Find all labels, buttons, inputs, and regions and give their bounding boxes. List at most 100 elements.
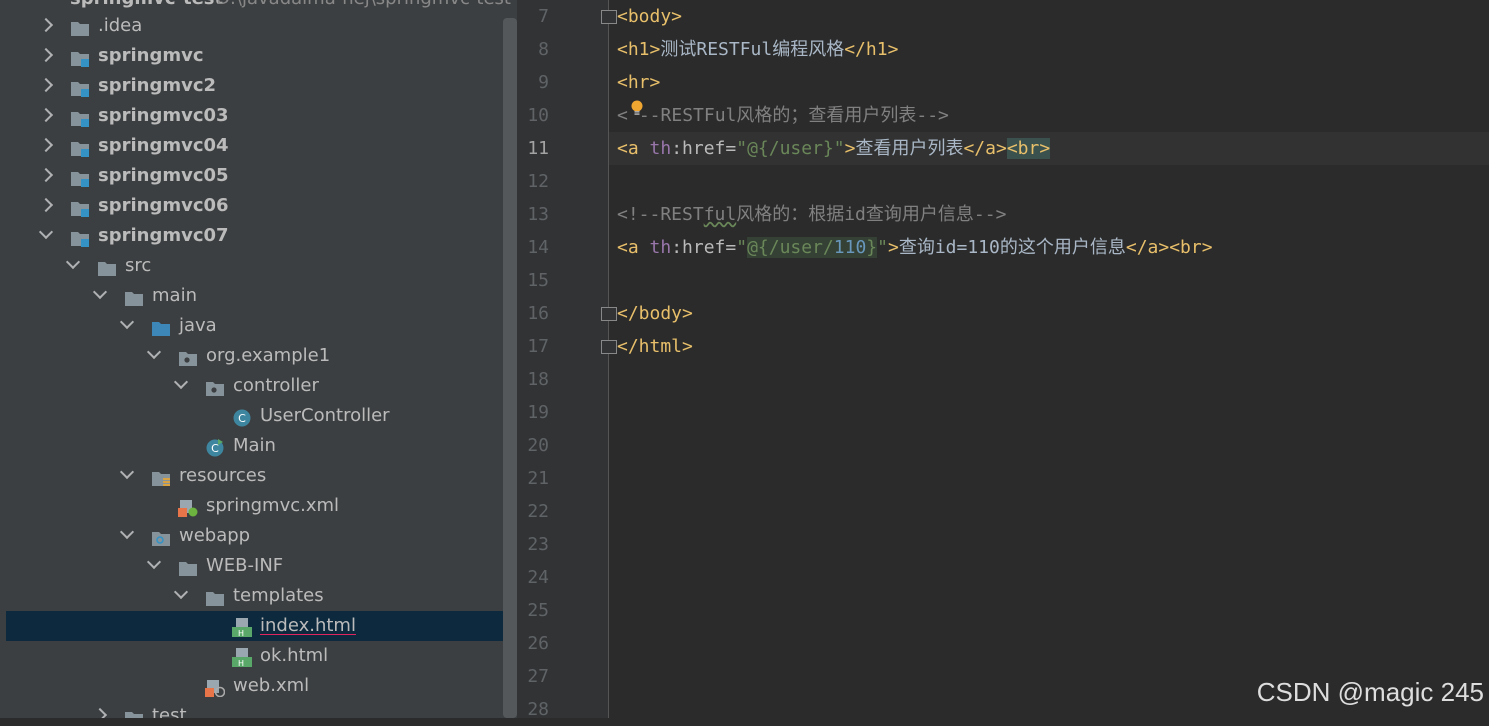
tree-item[interactable]: .idea xyxy=(0,11,517,41)
tree-item[interactable]: resources xyxy=(0,461,517,491)
tree-item[interactable]: springmvc07 xyxy=(0,221,517,251)
tree-item-label: springmvc07 xyxy=(98,225,229,246)
tree-item[interactable]: web.xml xyxy=(0,671,517,701)
line-number: 23 xyxy=(527,534,549,555)
tree-item[interactable]: springmvc xyxy=(0,41,517,71)
code-token: } xyxy=(866,237,878,258)
tree-item-label: .idea xyxy=(98,15,143,36)
chevron-right-icon[interactable] xyxy=(38,47,54,63)
tree-item-label: UserController xyxy=(260,405,390,426)
line-number: 24 xyxy=(527,567,549,588)
module-icon xyxy=(70,137,90,157)
watermark: CSDN @magic 245 xyxy=(1256,677,1484,707)
tree-item[interactable]: org.example1 xyxy=(0,341,517,371)
code-line-16[interactable]: </body> xyxy=(609,297,1489,330)
tree-item[interactable]: springmvc2 xyxy=(0,71,517,101)
chevron-right-icon[interactable] xyxy=(92,707,108,718)
tree-item-label: Main xyxy=(233,435,276,456)
code-line-7[interactable]: <body> xyxy=(609,0,1489,33)
tree-item[interactable]: templates xyxy=(0,581,517,611)
code-token: @{/user} xyxy=(747,138,834,159)
chevron-right-icon[interactable] xyxy=(38,77,54,93)
module-icon xyxy=(70,47,90,67)
code-token: <body> xyxy=(617,6,683,27)
svg-text:C: C xyxy=(211,442,219,455)
tree-item-label: controller xyxy=(233,375,319,396)
code-token: <h1> xyxy=(617,39,661,60)
code-token: th xyxy=(649,237,672,258)
tree-item-label: springmvc05 xyxy=(98,165,229,186)
chevron-right-icon[interactable] xyxy=(38,137,54,153)
tree-item[interactable]: Hindex.html xyxy=(6,611,517,641)
tree-item[interactable]: C UserController xyxy=(0,401,517,431)
code-line-17[interactable]: </html> xyxy=(609,330,1489,363)
chevron-right-icon[interactable] xyxy=(38,167,54,183)
folder-icon xyxy=(124,707,144,718)
tree-item[interactable]: springmvc06 xyxy=(0,191,517,221)
code-token: 风格的：根据id查询用户信息--> xyxy=(736,204,1007,225)
chevron-right-icon[interactable] xyxy=(38,197,54,213)
tree-item[interactable]: main xyxy=(0,281,517,311)
line-number: 17 xyxy=(527,336,549,357)
folder-icon xyxy=(124,287,144,306)
chevron-down-icon[interactable] xyxy=(119,524,135,540)
chevron-right-icon[interactable] xyxy=(38,107,54,123)
chevron-down-icon[interactable] xyxy=(119,314,135,330)
code-token: <a xyxy=(617,237,650,258)
code-line-11[interactable]: <a th:href="@{/user}">查看用户列表</a><br> xyxy=(609,132,1489,165)
code-line-14[interactable]: <a th:href="@{/user/110}">查询id=110的这个用户信… xyxy=(609,231,1489,264)
line-number: 13 xyxy=(527,204,549,225)
chevron-down-icon[interactable] xyxy=(38,224,54,240)
tree-item-label: test xyxy=(152,705,187,718)
chevron-down-icon[interactable] xyxy=(146,554,162,570)
chevron-down-icon[interactable] xyxy=(119,464,135,480)
tree-item[interactable]: C Main xyxy=(0,431,517,461)
tree-item[interactable]: test xyxy=(0,701,517,718)
line-number: 14 xyxy=(527,237,549,258)
main-class-icon: C xyxy=(205,437,225,457)
line-number: 28 xyxy=(527,699,549,720)
chevron-down-icon[interactable] xyxy=(146,344,162,360)
chevron-down-icon[interactable] xyxy=(173,374,189,390)
code-editor[interactable]: <body> <h1>测试RESTFul编程风格</h1> <hr> < --RE… xyxy=(609,0,1489,718)
web-folder-icon xyxy=(151,527,171,546)
chevron-down-icon[interactable] xyxy=(173,584,189,600)
resources-folder-icon xyxy=(151,467,171,486)
tree-item[interactable]: WEB-INF xyxy=(0,551,517,581)
project-root-row[interactable]: springmvc-test D:\javadaima-hej\springmv… xyxy=(0,0,517,10)
lightbulb-icon[interactable] xyxy=(630,100,644,116)
tree-item[interactable]: Hok.html xyxy=(0,641,517,671)
tree-item[interactable]: java xyxy=(0,311,517,341)
tree-item[interactable]: springmvc05 xyxy=(0,161,517,191)
project-root-name: springmvc-test xyxy=(70,0,223,9)
code-line-12[interactable] xyxy=(609,165,1489,198)
line-number: 10 xyxy=(527,105,549,126)
tree-item[interactable]: webapp xyxy=(0,521,517,551)
tree-item[interactable]: src xyxy=(0,251,517,281)
package-icon xyxy=(178,347,198,366)
code-line-8[interactable]: <h1>测试RESTFul编程风格</h1> xyxy=(609,33,1489,66)
line-number: 8 xyxy=(538,39,549,60)
code-token: ful xyxy=(703,204,737,225)
html-file-icon: H xyxy=(232,647,252,668)
code-line-10[interactable]: < --RESTFul风格的；查看用户列表--> xyxy=(609,99,1489,132)
tree-item-label: templates xyxy=(233,585,324,606)
tree-item[interactable]: controller xyxy=(0,371,517,401)
tree-item[interactable]: springmvc04 xyxy=(0,131,517,161)
line-number: 15 xyxy=(527,270,549,291)
code-line-15[interactable] xyxy=(609,264,1489,297)
code-line-13[interactable]: <!--RESTful风格的：根据id查询用户信息--> xyxy=(609,198,1489,231)
chevron-right-icon[interactable] xyxy=(38,17,54,33)
line-number: 27 xyxy=(527,666,549,687)
chevron-down-icon[interactable] xyxy=(65,254,81,270)
code-token: </html> xyxy=(617,336,693,357)
code-token: </a> xyxy=(1125,237,1170,258)
chevron-down-icon[interactable] xyxy=(92,284,108,300)
code-token: " xyxy=(833,138,845,159)
tree-item[interactable]: springmvc.xml xyxy=(0,491,517,521)
tree-item[interactable]: springmvc03 xyxy=(0,101,517,131)
folder-icon xyxy=(97,257,117,276)
code-line-9[interactable]: <hr> xyxy=(609,66,1489,99)
html-file-icon: H xyxy=(232,617,252,638)
tree-scrollbar[interactable] xyxy=(503,18,517,718)
